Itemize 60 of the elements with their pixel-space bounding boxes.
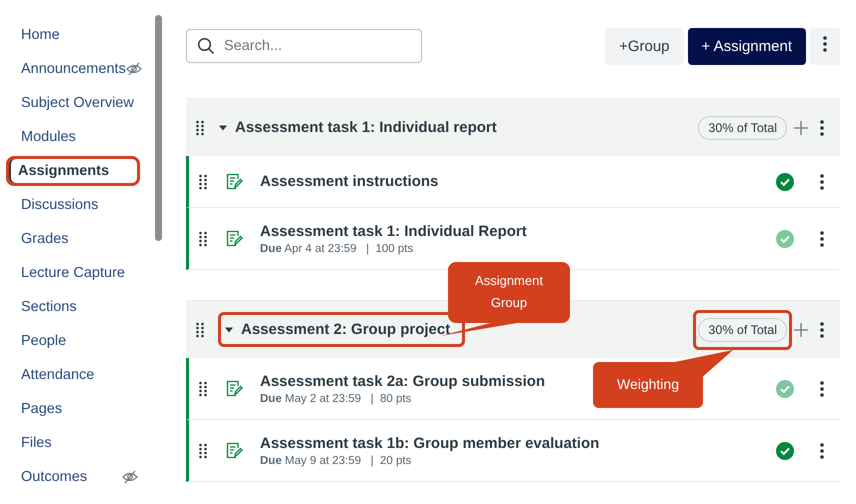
- kebab-icon[interactable]: [820, 120, 824, 136]
- plus-icon[interactable]: [794, 120, 808, 134]
- nav-link[interactable]: People: [0, 326, 153, 356]
- nav-link[interactable]: Announcements: [0, 54, 153, 84]
- assignment-row[interactable]: Assessment instructions: [186, 156, 840, 208]
- search-icon: [197, 37, 215, 55]
- assignment-icon: [226, 380, 243, 397]
- drag-handle-icon[interactable]: [199, 174, 207, 190]
- nav-link[interactable]: Modules: [0, 122, 153, 152]
- callout-text: Assignment Group: [474, 272, 544, 312]
- kebab-icon[interactable]: [820, 174, 824, 190]
- group-title[interactable]: Assessment task 1: Individual report: [235, 119, 497, 136]
- assignment-row[interactable]: Assessment task 1b: Group member evaluation Due May 9 at 23:59 | 20 pts: [186, 420, 840, 482]
- drag-handle-icon[interactable]: [199, 230, 207, 246]
- nav-link[interactable]: Files: [0, 428, 153, 458]
- assignment-icon: [226, 173, 243, 190]
- kebab-icon: [823, 36, 827, 52]
- published-check-icon[interactable]: [776, 380, 794, 398]
- assignment-title[interactable]: Assessment task 1b: Group member evaluation: [260, 434, 600, 452]
- nav-link[interactable]: Sections: [0, 292, 153, 322]
- add-assignment-button[interactable]: + Assignment: [688, 28, 806, 64]
- nav-link[interactable]: Pages: [0, 394, 153, 424]
- caret-icon[interactable]: [219, 124, 227, 132]
- nav-link[interactable]: Lecture Capture: [0, 258, 153, 288]
- kebab-icon[interactable]: [820, 230, 824, 246]
- due-details: Due May 9 at 23:59 | 20 pts: [260, 454, 412, 466]
- assignment-icon: [226, 442, 243, 459]
- weight-pill: 30% of Total: [698, 116, 787, 140]
- nav-link[interactable]: Attendance: [0, 360, 153, 390]
- weight-pill: 30% of Total: [698, 318, 787, 342]
- caret-icon[interactable]: [225, 326, 233, 334]
- kebab-icon[interactable]: [820, 442, 824, 458]
- due-details: Due May 2 at 23:59 | 80 pts: [260, 392, 412, 404]
- nav-link[interactable]: Grades: [0, 224, 153, 254]
- scrollbar[interactable]: [155, 15, 162, 241]
- nav-link[interactable]: Subject Overview: [0, 88, 153, 118]
- drag-handle-icon[interactable]: [196, 322, 204, 338]
- more-options-button[interactable]: [810, 28, 840, 64]
- published-check-icon[interactable]: [776, 230, 794, 248]
- search-field[interactable]: Search...: [186, 29, 422, 63]
- nav-link[interactable]: Assignments: [6, 156, 140, 186]
- add-group-button[interactable]: +Group: [605, 28, 684, 64]
- callout-text: Weighting: [616, 375, 680, 394]
- drag-handle-icon[interactable]: [199, 380, 207, 396]
- kebab-icon[interactable]: [820, 380, 824, 396]
- assignment-icon: [226, 230, 243, 247]
- published-check-icon[interactable]: [776, 172, 794, 190]
- plus-icon[interactable]: [794, 322, 808, 336]
- nav-link[interactable]: Discussions: [0, 190, 153, 220]
- drag-handle-icon[interactable]: [199, 442, 207, 458]
- nav-link[interactable]: Outcomes: [0, 462, 153, 492]
- published-check-icon[interactable]: [776, 442, 794, 460]
- drag-handle-icon[interactable]: [196, 120, 204, 136]
- nav-link[interactable]: Home: [0, 20, 153, 50]
- group-title[interactable]: Assessment 2: Group project: [241, 321, 450, 338]
- assignment-title[interactable]: Assessment task 1: Individual Report: [260, 222, 527, 240]
- assignment-title[interactable]: Assessment instructions: [260, 173, 438, 190]
- kebab-icon[interactable]: [820, 322, 824, 338]
- due-details: Due Apr 4 at 23:59 | 100 pts: [260, 242, 414, 254]
- assignment-title[interactable]: Assessment task 2a: Group submission: [260, 372, 546, 390]
